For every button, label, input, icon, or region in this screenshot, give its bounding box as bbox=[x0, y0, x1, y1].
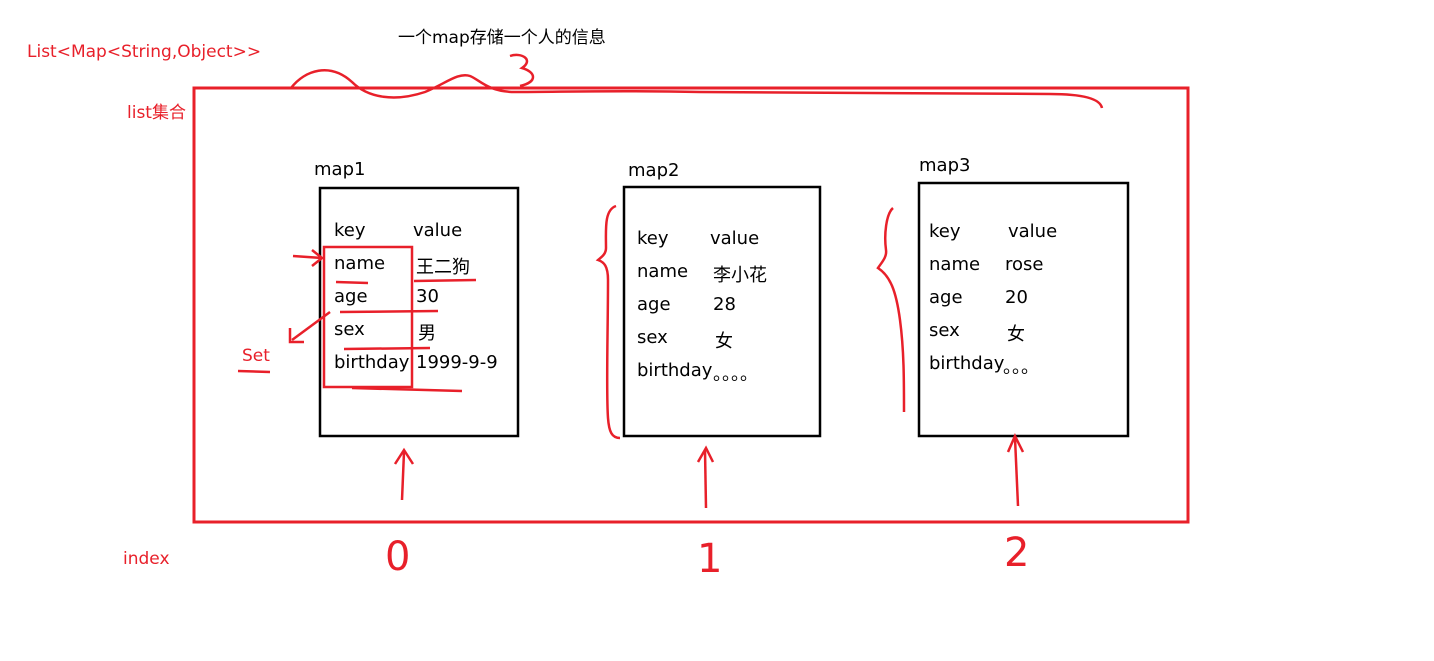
map1-key: birthday bbox=[334, 352, 410, 373]
map1-value: 王二狗 bbox=[416, 257, 470, 278]
map1-key: age bbox=[334, 286, 368, 307]
brace-map2 bbox=[595, 204, 621, 440]
map3-key: sex bbox=[929, 320, 960, 341]
map1-value: 1999-9-9 bbox=[416, 352, 498, 373]
map3-key-header: key bbox=[929, 221, 961, 242]
map3-key: name bbox=[929, 254, 981, 275]
map1-key-header: key bbox=[334, 220, 366, 241]
index-2: 2 bbox=[1004, 530, 1030, 576]
map1-title: map1 bbox=[314, 159, 366, 180]
map1-value-header: value bbox=[413, 220, 463, 241]
underline-age bbox=[339, 309, 439, 314]
map2-title: map2 bbox=[628, 160, 680, 181]
map2-key: sex bbox=[637, 327, 668, 348]
brace-tip bbox=[509, 53, 535, 88]
index-arrow-1 bbox=[703, 449, 708, 509]
set-label: Set bbox=[242, 346, 270, 366]
map2-key: birthday bbox=[637, 360, 713, 381]
map3-value: rose bbox=[1005, 254, 1044, 275]
map1-value: 30 bbox=[416, 286, 439, 307]
index-arrow-0 bbox=[400, 451, 406, 501]
map2-value: 李小花 bbox=[713, 265, 767, 286]
index-0: 0 bbox=[385, 534, 411, 580]
map3-value: 。。。 bbox=[1003, 357, 1039, 378]
map3-key: age bbox=[929, 287, 963, 308]
map3-value-header: value bbox=[1008, 221, 1058, 242]
map3-value: 20 bbox=[1005, 287, 1028, 308]
type-label: List<Map<String,Object>> bbox=[27, 42, 262, 62]
map2-key: name bbox=[637, 261, 689, 282]
map3-title: map3 bbox=[919, 155, 971, 176]
map2-key: age bbox=[637, 294, 671, 315]
map2-value: 女 bbox=[715, 331, 733, 352]
index-label: index bbox=[123, 549, 170, 569]
map2-value: 28 bbox=[713, 294, 736, 315]
underline-value bbox=[413, 278, 477, 283]
map3-value: 女 bbox=[1007, 324, 1025, 345]
arrow-into-keyset bbox=[292, 254, 323, 260]
map1-key: sex bbox=[334, 319, 365, 340]
map3-key: birthday bbox=[929, 353, 1005, 374]
underline-birthday bbox=[351, 386, 463, 393]
map1-value: 男 bbox=[418, 323, 436, 344]
caption: 一个map存储一个人的信息 bbox=[398, 28, 606, 48]
map2-key-header: key bbox=[637, 228, 669, 249]
underline-sex bbox=[343, 346, 431, 351]
index-1: 1 bbox=[697, 536, 723, 582]
list-label: list集合 bbox=[127, 103, 186, 123]
underline-set bbox=[237, 369, 271, 374]
index-arrow-2 bbox=[1013, 437, 1020, 507]
brace-map3 bbox=[876, 207, 906, 413]
underline-name bbox=[335, 280, 369, 285]
map2-value-header: value bbox=[710, 228, 760, 249]
map2-value: 。。。。 bbox=[713, 364, 758, 385]
map1-key: name bbox=[334, 253, 386, 274]
